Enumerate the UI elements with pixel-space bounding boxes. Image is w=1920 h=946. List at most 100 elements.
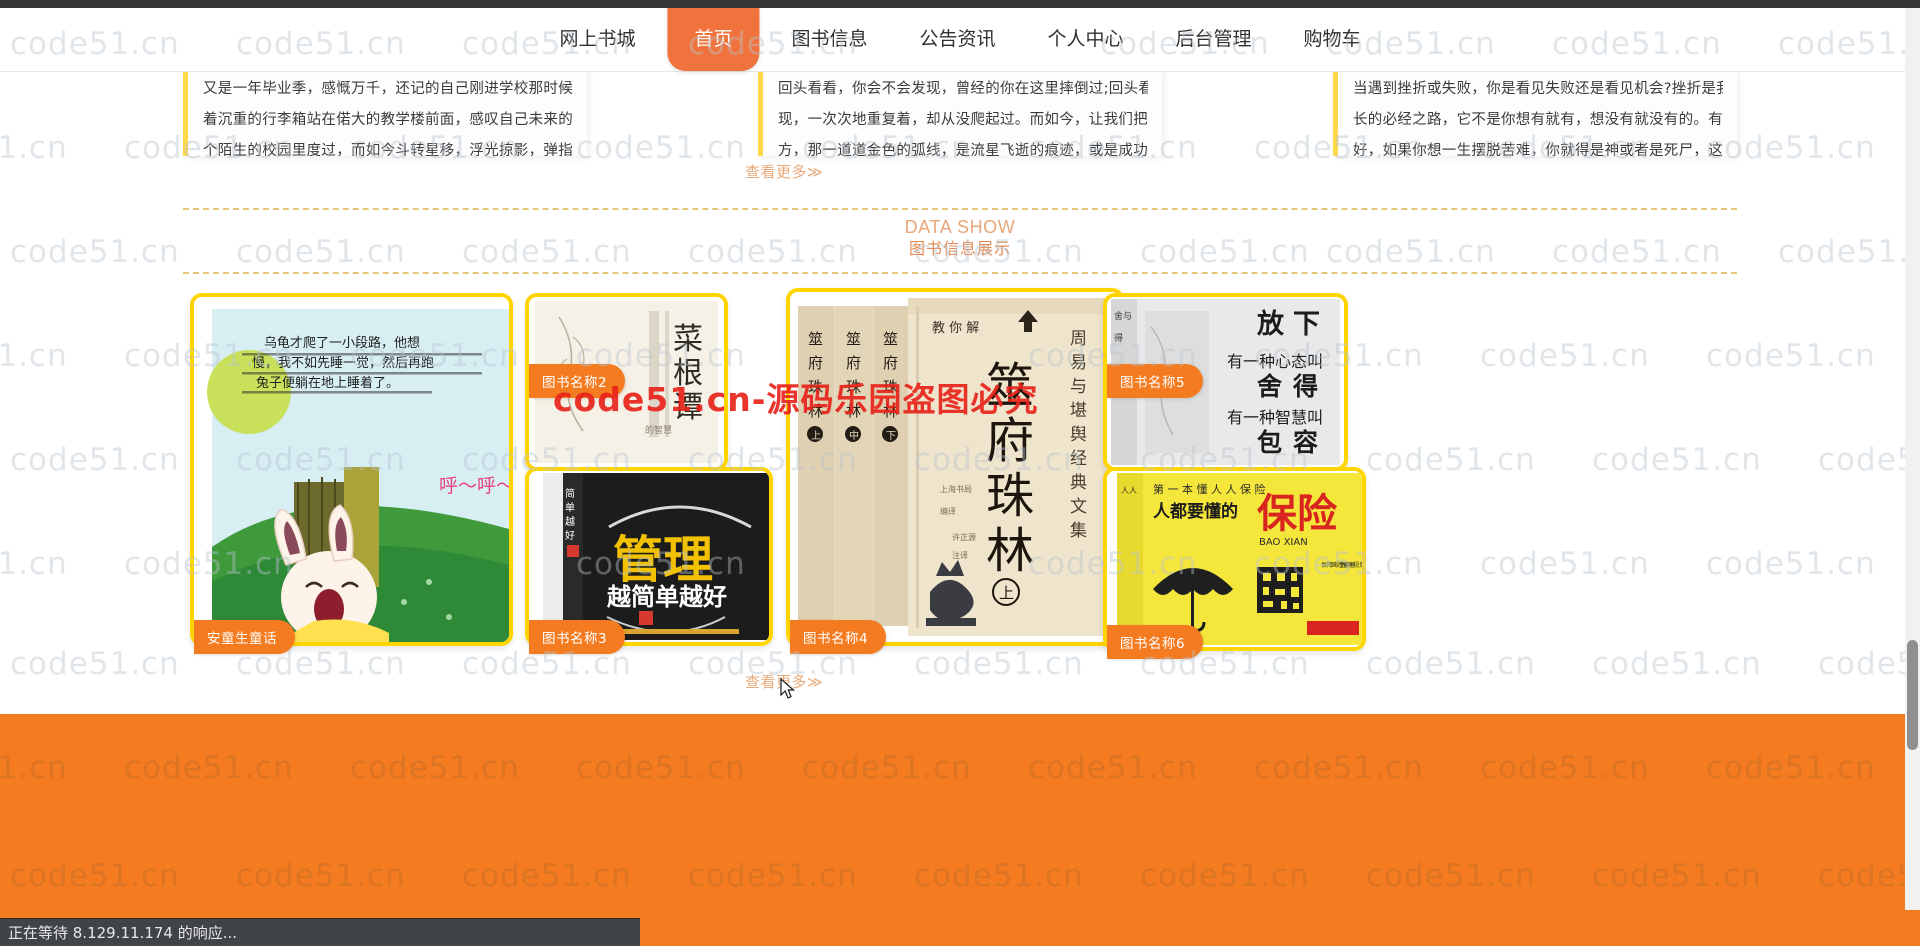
nav-item-admin-backend[interactable]: 后台管理 bbox=[1150, 8, 1278, 71]
svg-text:根: 根 bbox=[673, 356, 703, 391]
svg-text:教 你 解: 教 你 解 bbox=[932, 320, 979, 336]
svg-text:第 一 本 懂 人 人 保 险: 第 一 本 懂 人 人 保 险 bbox=[1153, 482, 1265, 496]
browser-status-bar: 正在等待 8.129.11.174 的响应... bbox=[0, 918, 640, 946]
svg-text:得: 得 bbox=[1114, 332, 1123, 344]
page-scrollbar-thumb[interactable] bbox=[1907, 640, 1918, 750]
svg-text:筮: 筮 bbox=[883, 330, 898, 348]
svg-text:府: 府 bbox=[883, 354, 898, 372]
svg-text:保险: 保险 bbox=[1257, 491, 1338, 537]
svg-text:上: 上 bbox=[999, 584, 1014, 602]
svg-text:越简单越好: 越简单越好 bbox=[607, 583, 727, 611]
article-card-2-line-3: 方，那一道道金色的弧线，是流星飞逝的痕迹，或是成功运行的轨道... bbox=[778, 143, 1148, 156]
svg-text:舍与: 舍与 bbox=[1114, 310, 1132, 322]
nav-item-announcements[interactable]: 公告资讯 bbox=[893, 8, 1021, 71]
svg-text:珠: 珠 bbox=[808, 378, 823, 396]
svg-text:与: 与 bbox=[1070, 377, 1087, 397]
svg-text:府: 府 bbox=[986, 413, 1034, 469]
book-card-3-title-tag: 图书名称3 bbox=[529, 620, 626, 654]
svg-text:中: 中 bbox=[849, 429, 859, 442]
nav-item-personal-center[interactable]: 个人中心 bbox=[1022, 8, 1150, 71]
book-card-5[interactable]: 舍与 得 放 下 有一种心态叫 舍 得 有一种智慧叫 包 容 图书名称5 bbox=[1103, 293, 1348, 471]
scrollbar-up-arrow[interactable] bbox=[1905, 8, 1920, 23]
article-card-1-line-2: 着沉重的行李箱站在偌大的教学楼前面，感叹自己未来的日子即将在这 bbox=[203, 112, 573, 128]
article-card-3-line-3: 好，如果你想一生摆脱苦难，你就得是神或者是死尸，这句话形象地... bbox=[1353, 143, 1723, 156]
svg-text:人都要懂的: 人都要懂的 bbox=[1153, 501, 1238, 522]
svg-text:人人: 人人 bbox=[1121, 486, 1137, 495]
svg-text:舍: 舍 bbox=[1257, 372, 1282, 401]
svg-text:舆: 舆 bbox=[1070, 425, 1087, 445]
svg-text:乌龟才爬了一小段路，他想: 乌龟才爬了一小段路，他想 bbox=[264, 335, 420, 351]
svg-text:慢，我不如先睡一觉，然后再跑: 慢，我不如先睡一觉，然后再跑 bbox=[252, 355, 434, 371]
book-cover-image-6: 人人 第 一 本 懂 人 人 保 险 人都要懂的 保险 BAO XIAN 保障人… bbox=[1107, 471, 1362, 647]
svg-text:林: 林 bbox=[986, 523, 1034, 579]
svg-text:文: 文 bbox=[1070, 497, 1087, 517]
svg-text:林: 林 bbox=[808, 402, 823, 420]
svg-text:兔子便躺在地上睡着了。: 兔子便躺在地上睡着了。 bbox=[256, 375, 399, 391]
svg-text:府: 府 bbox=[808, 354, 823, 372]
books-view-more-link[interactable]: 查看更多≫ bbox=[745, 671, 823, 692]
svg-text:呼～呼～呼: 呼～呼～呼 bbox=[439, 475, 509, 497]
book-card-6-cover: 人人 第 一 本 懂 人 人 保 险 人都要懂的 保险 BAO XIAN 保障人… bbox=[1107, 471, 1362, 647]
scrollbar-down-arrow[interactable] bbox=[1905, 895, 1920, 910]
book-cover-image-3: 简 单 越 好 管理 越简单越好 bbox=[529, 471, 769, 642]
article-card-1[interactable]: 又是一年毕业季，感慨万千，还记的自己刚进学校那时候的情景，我拖 着沉重的行李箱站… bbox=[183, 68, 587, 156]
article-card-1-line-3: 个陌生的校园里度过，而如今斗转星移，浮光掠影，弹指之间，那些... bbox=[203, 143, 573, 156]
article-card-3-line-2: 长的必经之路，它不是你想有就有，想没有就没有的。有句名言说的 bbox=[1353, 112, 1723, 128]
article-preview-row: 又是一年毕业季，感慨万千，还记的自己刚进学校那时候的情景，我拖 着沉重的行李箱站… bbox=[183, 68, 1737, 158]
svg-text:下: 下 bbox=[1293, 309, 1320, 340]
svg-text:许正源: 许正源 bbox=[952, 532, 976, 542]
book-card-5-title-tag: 图书名称5 bbox=[1107, 364, 1204, 398]
article-card-2-line-2: 现，一次次地重复着，却从没爬起过。而如今，让我们把视线转向前 bbox=[778, 112, 1148, 128]
svg-text:BAO XIAN: BAO XIAN bbox=[1259, 537, 1308, 548]
nav-items-container: 网上书城 首页 图书信息 公告资讯 个人中心 后台管理 购物车 bbox=[533, 8, 1386, 71]
article-card-2-line-1: 回头看看，你会不会发现，曾经的你在这里摔倒过;回头看看，你是否发 bbox=[778, 81, 1148, 97]
svg-text:的智慧: 的智慧 bbox=[645, 424, 672, 436]
main-navigation-bar: 网上书城 首页 图书信息 公告资讯 个人中心 后台管理 购物车 bbox=[0, 8, 1920, 72]
svg-text:下: 下 bbox=[886, 431, 896, 442]
svg-text:包: 包 bbox=[1257, 428, 1282, 457]
nav-item-shopping-cart[interactable]: 购物车 bbox=[1278, 8, 1387, 71]
svg-text:编译: 编译 bbox=[940, 506, 956, 516]
book-card-1[interactable]: 乌龟才爬了一小段路，他想 慢，我不如先睡一觉，然后再跑 兔子便躺在地上睡着了。 … bbox=[190, 293, 513, 654]
svg-text:简: 简 bbox=[565, 487, 575, 500]
svg-text:有一种心态叫: 有一种心态叫 bbox=[1227, 352, 1323, 371]
svg-text:珠: 珠 bbox=[846, 378, 861, 396]
svg-text:经: 经 bbox=[1070, 449, 1087, 469]
page-scrollbar-track[interactable] bbox=[1905, 8, 1920, 910]
svg-text:放: 放 bbox=[1256, 308, 1285, 340]
section-title-english: DATA SHOW bbox=[904, 217, 1016, 237]
book-showcase-grid: 乌龟才爬了一小段路，他想 慢，我不如先睡一觉，然后再跑 兔子便躺在地上睡着了。 … bbox=[183, 283, 1737, 659]
section-title-chinese: 图书信息展示 bbox=[908, 239, 1011, 258]
svg-text:林: 林 bbox=[846, 402, 861, 420]
svg-text:理财规划: 理财规划 bbox=[1341, 561, 1362, 569]
svg-text:越: 越 bbox=[565, 515, 575, 528]
svg-text:单: 单 bbox=[565, 502, 575, 514]
articles-view-more-link[interactable]: 查看更多≫ bbox=[745, 161, 823, 182]
status-bar-text: 正在等待 8.129.11.174 的响应... bbox=[8, 924, 238, 942]
svg-text:上: 上 bbox=[811, 430, 821, 442]
nav-item-home[interactable]: 首页 bbox=[667, 8, 760, 71]
svg-text:堪: 堪 bbox=[1070, 401, 1087, 421]
section-divider-top bbox=[183, 208, 1737, 210]
article-card-3[interactable]: 当遇到挫折或失败，你是看见失败还是看见机会?挫折是我们每个人成 长的必经之路，它… bbox=[1333, 68, 1737, 156]
book-card-2[interactable]: 菜 根 谭 的智慧 图书名称2 bbox=[525, 293, 728, 471]
nav-item-book-info[interactable]: 图书信息 bbox=[765, 8, 893, 71]
svg-text:好: 好 bbox=[565, 530, 575, 542]
svg-text:得: 得 bbox=[1292, 372, 1318, 401]
book-card-3[interactable]: 简 单 越 好 管理 越简单越好 图书名称3 bbox=[525, 467, 773, 654]
svg-text:注译: 注译 bbox=[952, 550, 968, 560]
svg-text:府: 府 bbox=[846, 354, 861, 372]
svg-text:有一种智慧叫: 有一种智慧叫 bbox=[1227, 408, 1323, 427]
book-card-4-cover: 筮府珠林 筮府珠林 筮府珠林 上 中 下 教 你 解 筮 府 珠 林 上 周 易… bbox=[790, 292, 1120, 642]
article-card-2[interactable]: 回头看看，你会不会发现，曾经的你在这里摔倒过;回头看看，你是否发 现，一次次地重… bbox=[758, 68, 1162, 156]
book-cover-image-4: 筮府珠林 筮府珠林 筮府珠林 上 中 下 教 你 解 筮 府 珠 林 上 周易与… bbox=[790, 292, 1120, 642]
svg-text:珠: 珠 bbox=[986, 468, 1034, 524]
svg-text:筮: 筮 bbox=[808, 330, 823, 348]
book-card-4[interactable]: 筮府珠林 筮府珠林 筮府珠林 上 中 下 教 你 解 筮 府 珠 林 上 周 易… bbox=[786, 288, 1124, 654]
book-card-6[interactable]: 人人 第 一 本 懂 人 人 保 险 人都要懂的 保险 BAO XIAN 保障人… bbox=[1103, 467, 1366, 659]
page-footer-band bbox=[0, 714, 1920, 946]
svg-text:集: 集 bbox=[1070, 521, 1087, 541]
svg-text:典: 典 bbox=[1070, 473, 1087, 493]
nav-item-online-bookstore[interactable]: 网上书城 bbox=[533, 8, 661, 71]
book-card-2-title-tag: 图书名称2 bbox=[529, 364, 626, 398]
